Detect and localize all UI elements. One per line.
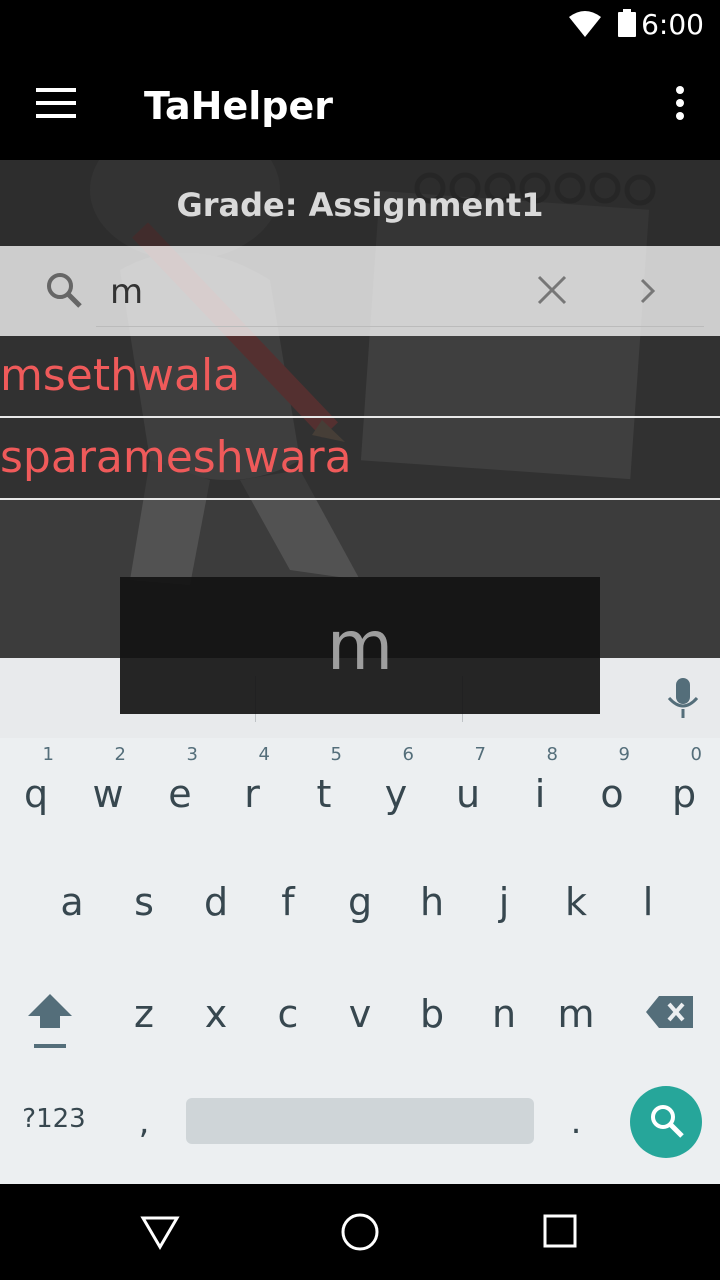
battery-icon bbox=[618, 9, 636, 37]
search-bar bbox=[0, 246, 720, 336]
more-vert-icon[interactable] bbox=[674, 86, 686, 122]
status-bar: 6:00 bbox=[0, 0, 720, 48]
home-icon[interactable] bbox=[340, 1212, 380, 1257]
key-q[interactable]: 1q bbox=[16, 744, 56, 816]
key-p[interactable]: 0p bbox=[664, 744, 704, 816]
key-v[interactable]: v bbox=[340, 992, 380, 1036]
key-m[interactable]: m bbox=[556, 992, 596, 1036]
key-f[interactable]: f bbox=[268, 880, 308, 924]
key-g[interactable]: g bbox=[340, 880, 380, 924]
mic-icon[interactable] bbox=[666, 678, 700, 725]
key-u[interactable]: 7u bbox=[448, 744, 488, 816]
key-k[interactable]: k bbox=[556, 880, 596, 924]
backspace-icon[interactable] bbox=[644, 994, 696, 1034]
key-l[interactable]: l bbox=[628, 880, 668, 924]
key-preview-letter: m bbox=[326, 607, 394, 686]
recents-icon[interactable] bbox=[542, 1212, 578, 1255]
search-icon bbox=[648, 1102, 686, 1145]
key-w[interactable]: 2w bbox=[88, 744, 128, 816]
key-n[interactable]: n bbox=[484, 992, 524, 1036]
key-t[interactable]: 5t bbox=[304, 744, 344, 816]
key-r[interactable]: 4r bbox=[232, 744, 272, 816]
search-icon[interactable] bbox=[44, 270, 84, 315]
grade-header: Grade: Assignment1 bbox=[0, 160, 720, 246]
symbols-key[interactable]: ?123 bbox=[14, 1104, 94, 1134]
key-b[interactable]: b bbox=[412, 992, 452, 1036]
key-x[interactable]: x bbox=[196, 992, 236, 1036]
space-bar[interactable] bbox=[186, 1098, 534, 1144]
back-icon[interactable] bbox=[140, 1212, 180, 1257]
comma-key[interactable]: , bbox=[124, 1102, 164, 1142]
key-preview-popup: m bbox=[120, 577, 600, 714]
close-icon[interactable] bbox=[536, 274, 568, 311]
search-key[interactable] bbox=[630, 1086, 702, 1158]
search-underline bbox=[96, 326, 704, 327]
key-y[interactable]: 6y bbox=[376, 744, 416, 816]
key-i[interactable]: 8i bbox=[520, 744, 560, 816]
list-item[interactable]: sparameshwara bbox=[0, 418, 720, 500]
key-s[interactable]: s bbox=[124, 880, 164, 924]
key-e[interactable]: 3e bbox=[160, 744, 200, 816]
app-title: TaHelper bbox=[144, 84, 333, 128]
key-j[interactable]: j bbox=[484, 880, 524, 924]
app-bar: TaHelper bbox=[0, 48, 720, 160]
hamburger-menu-icon[interactable] bbox=[36, 88, 76, 118]
key-d[interactable]: d bbox=[196, 880, 236, 924]
nav-bar bbox=[0, 1184, 720, 1280]
period-key[interactable]: . bbox=[556, 1102, 596, 1142]
status-time: 6:00 bbox=[641, 8, 704, 41]
shift-icon[interactable] bbox=[24, 990, 76, 1056]
list-item[interactable]: msethwala bbox=[0, 336, 720, 418]
key-c[interactable]: c bbox=[268, 992, 308, 1036]
key-o[interactable]: 9o bbox=[592, 744, 632, 816]
key-rows: 1q 2w 3e 4r 5t 6y 7u 8i 9o 0p a s d f g … bbox=[0, 738, 720, 1184]
search-input[interactable] bbox=[110, 272, 510, 312]
key-z[interactable]: z bbox=[124, 992, 164, 1036]
key-a[interactable]: a bbox=[52, 880, 92, 924]
wifi-icon bbox=[568, 10, 602, 43]
key-h[interactable]: h bbox=[412, 880, 452, 924]
chevron-right-icon[interactable] bbox=[638, 276, 658, 311]
soft-keyboard: 1q 2w 3e 4r 5t 6y 7u 8i 9o 0p a s d f g … bbox=[0, 658, 720, 1184]
